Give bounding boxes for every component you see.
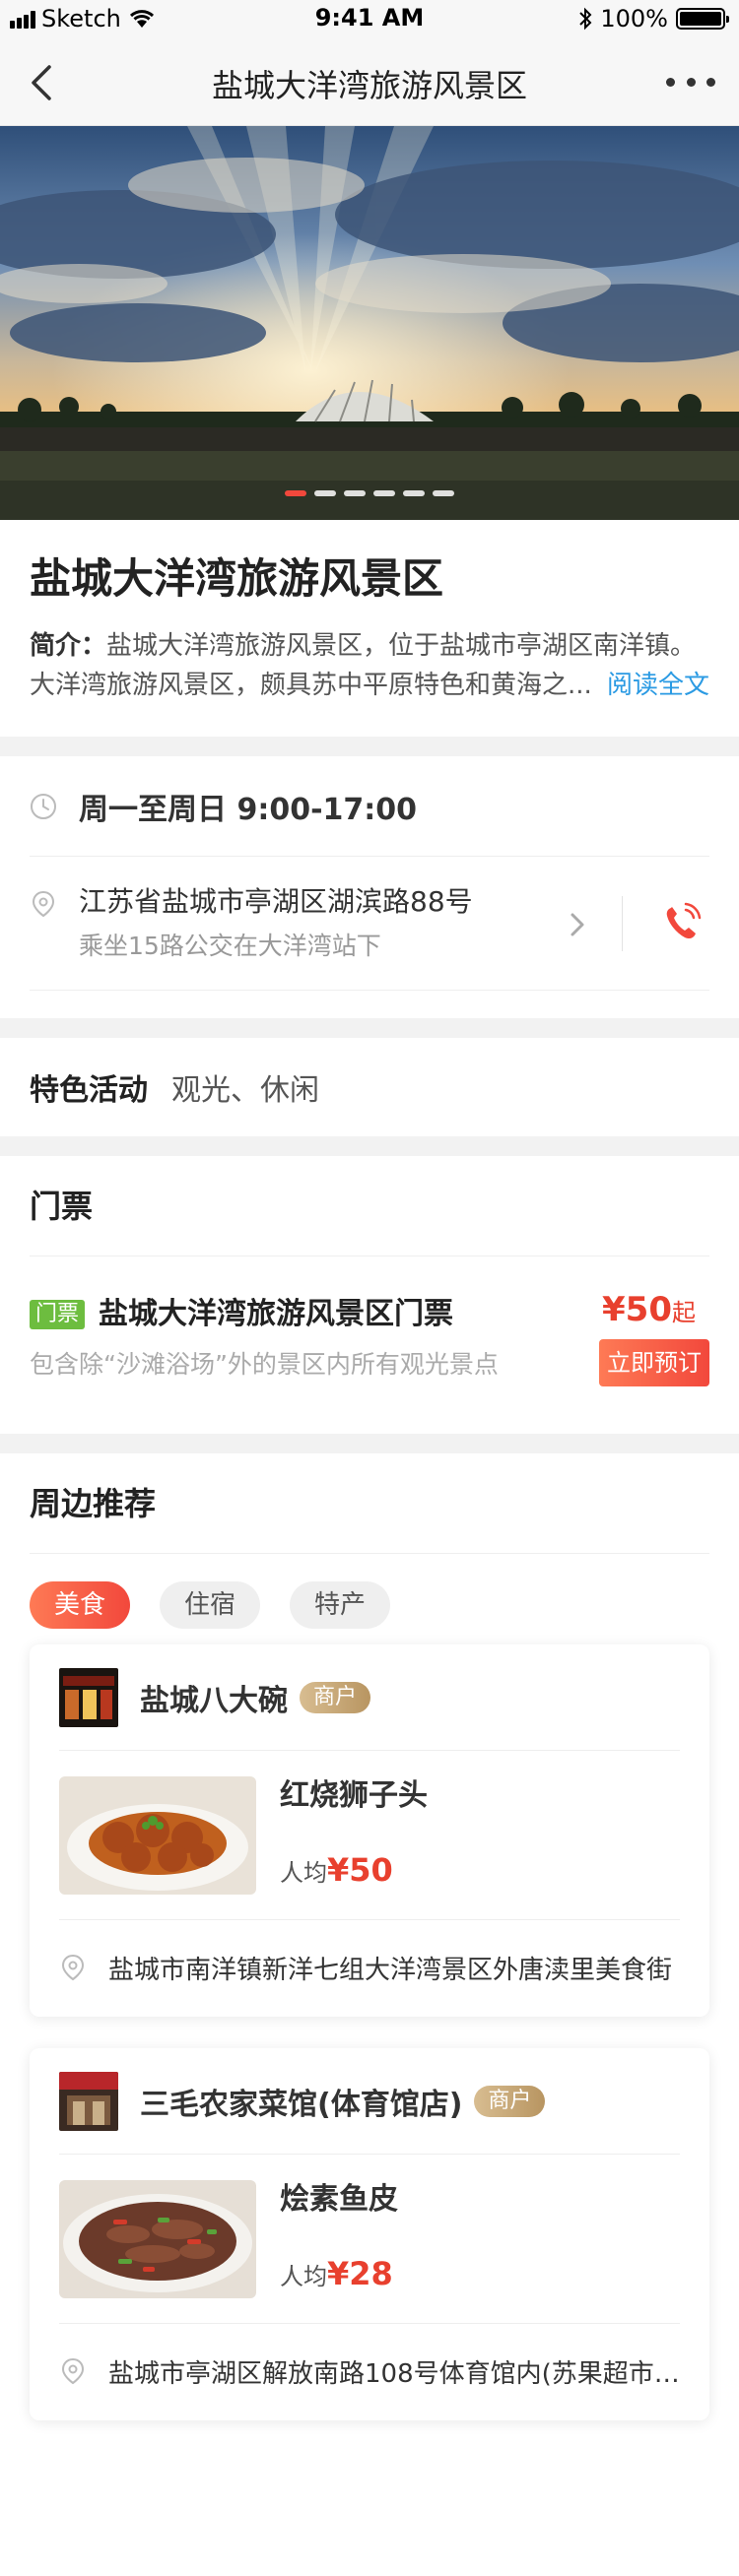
carousel-dot[interactable] xyxy=(403,490,425,496)
section-divider xyxy=(0,737,739,756)
ticket-item[interactable]: 门票 盐城大洋湾旅游风景区门票 包含除“沙滩浴场”外的景区内所有观光景点 ¥50… xyxy=(30,1256,709,1432)
phone-icon[interactable] xyxy=(662,902,702,943)
card-address-row: 盐城市亭湖区解放南路108号体育馆内(苏果超市下... xyxy=(59,2324,680,2418)
avg-price-value: ¥50 xyxy=(327,1850,393,1889)
chevron-right-icon xyxy=(571,913,584,936)
ticket-price-suffix: 起 xyxy=(672,1299,696,1326)
tab-food[interactable]: 美食 xyxy=(30,1581,130,1629)
avg-price: 人均¥28 xyxy=(280,2252,393,2298)
location-pin-icon xyxy=(61,1954,85,1981)
avg-price-value: ¥28 xyxy=(327,2254,393,2292)
carousel-indicators xyxy=(0,490,739,496)
carousel-dot[interactable] xyxy=(373,490,395,496)
dish-image xyxy=(59,2179,256,2298)
vertical-divider xyxy=(622,896,623,951)
activity-value: 观光、休闲 xyxy=(171,1073,319,1108)
card-address: 盐城市南洋镇新洋七组大洋湾景区外唐渎里美食街 xyxy=(108,1955,673,1985)
nav-bar: 盐城大洋湾旅游风景区 xyxy=(0,39,739,126)
location-pin-icon xyxy=(32,890,55,918)
nav-title: 盐城大洋湾旅游风景区 xyxy=(211,67,527,104)
read-more-link[interactable]: 阅读全文 xyxy=(596,666,709,705)
tab-lodging[interactable]: 住宿 xyxy=(160,1581,260,1629)
transit-text: 乘坐15路公交在大洋湾站下 xyxy=(79,931,381,960)
bluetooth-icon xyxy=(579,7,592,31)
ticket-section-title: 门票 xyxy=(30,1156,709,1256)
poi-header: 盐城大洋湾旅游风景区 简介：盐城大洋湾旅游风景区，位于盐城市亭湖区南洋镇。大洋湾… xyxy=(0,520,739,737)
restaurant-card[interactable]: 三毛农家菜馆(体育馆店) 商户 烩素鱼皮 人均¥28 盐城市亭湖区解放南路108… xyxy=(30,2048,709,2420)
banner-image xyxy=(0,126,739,520)
shop-name: 盐城八大碗 xyxy=(140,1683,288,1718)
dish-image xyxy=(59,1775,256,1895)
address-row[interactable]: 江苏省盐城市亭湖区湖滨路88号 乘坐15路公交在大洋湾站下 xyxy=(30,857,709,991)
section-divider xyxy=(0,1018,739,1038)
avg-label: 人均 xyxy=(280,2262,327,2290)
intro-text: 盐城大洋湾旅游风景区，位于盐城市亭湖区南洋镇。大洋湾旅游风景区，颇具苏中平原特色… xyxy=(30,631,697,700)
address-text: 江苏省盐城市亭湖区湖滨路88号 xyxy=(79,884,473,918)
book-now-button[interactable]: 立即预订 xyxy=(599,1339,709,1386)
shop-name: 三毛农家菜馆(体育馆店) xyxy=(140,2087,463,2122)
status-bar: Sketch 9:41 AM 100% xyxy=(0,0,739,39)
opening-hours: 周一至周日 9:00-17:00 xyxy=(79,792,418,827)
card-address-row: 盐城市南洋镇新洋七组大洋湾景区外唐渎里美食街 xyxy=(59,1920,680,2015)
avg-label: 人均 xyxy=(280,1858,327,1887)
ticket-section: 门票 门票 盐城大洋湾旅游风景区门票 包含除“沙滩浴场”外的景区内所有观光景点 … xyxy=(0,1156,739,1434)
info-section: 周一至周日 9:00-17:00 江苏省盐城市亭湖区湖滨路88号 乘坐15路公交… xyxy=(0,756,739,1018)
carousel-dot[interactable] xyxy=(344,490,366,496)
carousel-dot[interactable] xyxy=(433,490,454,496)
poi-intro: 简介：盐城大洋湾旅游风景区，位于盐城市亭湖区南洋镇。大洋湾旅游风景区，颇具苏中平… xyxy=(30,626,709,705)
hours-row: 周一至周日 9:00-17:00 xyxy=(30,756,709,857)
carousel-dot[interactable] xyxy=(285,490,306,496)
poi-title: 盐城大洋湾旅游风景区 xyxy=(30,554,444,603)
ticket-name: 盐城大洋湾旅游风景区门票 xyxy=(99,1297,453,1331)
dish-name: 烩素鱼皮 xyxy=(280,2181,398,2217)
section-divider xyxy=(0,1136,739,1156)
intro-label: 简介： xyxy=(30,631,107,661)
avg-price: 人均¥50 xyxy=(280,1848,393,1895)
ticket-price: ¥50起 xyxy=(602,1286,696,1336)
merchant-badge: 商户 xyxy=(300,1681,371,1713)
nearby-section-title: 周边推荐 xyxy=(30,1453,709,1554)
battery-percent: 100% xyxy=(600,5,668,32)
restaurant-card[interactable]: 盐城八大碗 商户 红烧狮子头 人均¥50 盐城市南洋镇新洋七组大洋湾景区外唐渎里… xyxy=(30,1644,709,2017)
carousel-dot[interactable] xyxy=(314,490,336,496)
nearby-tabs: 美食 住宿 特产 xyxy=(30,1581,709,1629)
activity-label: 特色活动 xyxy=(30,1073,148,1108)
clock-icon xyxy=(31,793,56,819)
activity-row: 特色活动 观光、休闲 xyxy=(0,1038,739,1136)
card-address: 盐城市亭湖区解放南路108号体育馆内(苏果超市下... xyxy=(108,2358,680,2389)
chevron-left-icon[interactable] xyxy=(22,61,65,104)
dish-name: 红烧狮子头 xyxy=(280,1777,428,1813)
more-dots-icon[interactable] xyxy=(666,67,715,97)
merchant-badge: 商户 xyxy=(474,2085,546,2117)
section-divider xyxy=(0,1434,739,1453)
location-pin-icon xyxy=(61,2357,85,2385)
ticket-price-value: ¥50 xyxy=(602,1290,672,1329)
battery-icon xyxy=(676,8,729,30)
ticket-desc: 包含除“沙滩浴场”外的景区内所有观光景点 xyxy=(30,1350,499,1379)
ticket-tag: 门票 xyxy=(30,1300,86,1329)
tab-specialty[interactable]: 特产 xyxy=(290,1581,390,1629)
shop-logo xyxy=(59,2071,118,2131)
shop-logo xyxy=(59,1667,118,1727)
banner-carousel[interactable] xyxy=(0,126,739,520)
